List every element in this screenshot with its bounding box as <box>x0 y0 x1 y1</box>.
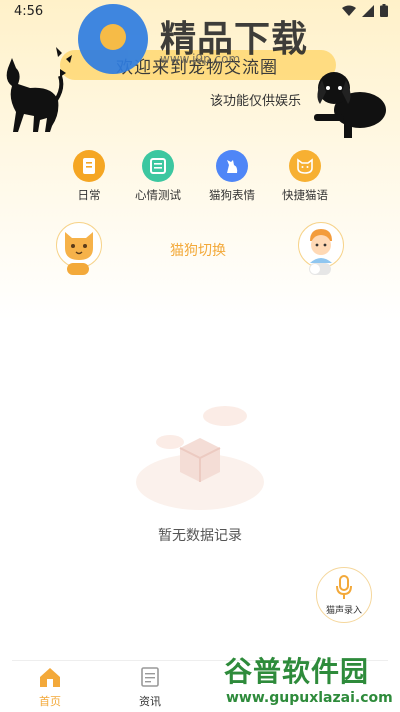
person-avatar-icon <box>310 229 332 263</box>
owner-avatar-button[interactable] <box>298 222 344 268</box>
corner-watermark-url: www.gupuxlazai.com <box>226 690 393 706</box>
document-icon <box>141 667 159 687</box>
empty-state-text: 暂无数据记录 <box>158 528 242 544</box>
status-icons <box>342 4 388 17</box>
quick-menu: 日常 心情测试 猫狗表情 快捷猫语 <box>0 150 400 210</box>
signal-icon <box>362 4 374 17</box>
record-voice-button[interactable]: 猫声录入 <box>316 567 372 623</box>
nav-tab-home[interactable]: 首页 <box>20 667 80 709</box>
battery-icon <box>380 4 388 17</box>
dog-icon <box>216 150 248 182</box>
wifi-icon <box>342 5 356 16</box>
entertainment-notice: 该功能仅供娱乐 <box>210 94 302 109</box>
record-voice-label: 猫声录入 <box>325 606 362 616</box>
nav-tab-label: 资讯 <box>139 695 161 708</box>
toggle-switch[interactable] <box>309 263 331 275</box>
microphone-icon <box>336 575 352 599</box>
watermark-logo <box>78 4 148 74</box>
switch-arrows-icon <box>67 263 89 275</box>
cat-avatar-button[interactable] <box>56 222 102 268</box>
corner-watermark: 谷普软件园 www.gupuxlazai.com <box>216 650 400 711</box>
empty-box-illustration <box>136 406 264 510</box>
quick-item-cat-phrases[interactable]: 快捷猫语 <box>260 150 350 203</box>
home-icon <box>40 668 60 687</box>
butterfly-illustration <box>56 47 72 77</box>
nav-tab-news[interactable]: 资讯 <box>120 667 180 709</box>
cat-avatar-icon <box>65 232 93 260</box>
checklist-icon <box>142 150 174 182</box>
pet-switch-label[interactable]: 猫狗切换 <box>170 240 226 260</box>
page: 4:56 欢迎来到宠物交流圈 该功能仅供娱乐 精品下载 www.j9p.com <box>0 0 400 712</box>
toggle-knob <box>310 264 320 274</box>
watermark-url: www.j9p.com <box>160 52 241 66</box>
black-dog-illustration <box>314 72 386 138</box>
corner-watermark-title: 谷普软件园 <box>224 655 370 688</box>
cat-face-icon <box>289 150 321 182</box>
note-icon <box>73 150 105 182</box>
quick-item-label: 快捷猫语 <box>282 188 328 202</box>
status-time: 4:56 <box>14 4 44 19</box>
nav-tab-label: 首页 <box>39 695 61 708</box>
